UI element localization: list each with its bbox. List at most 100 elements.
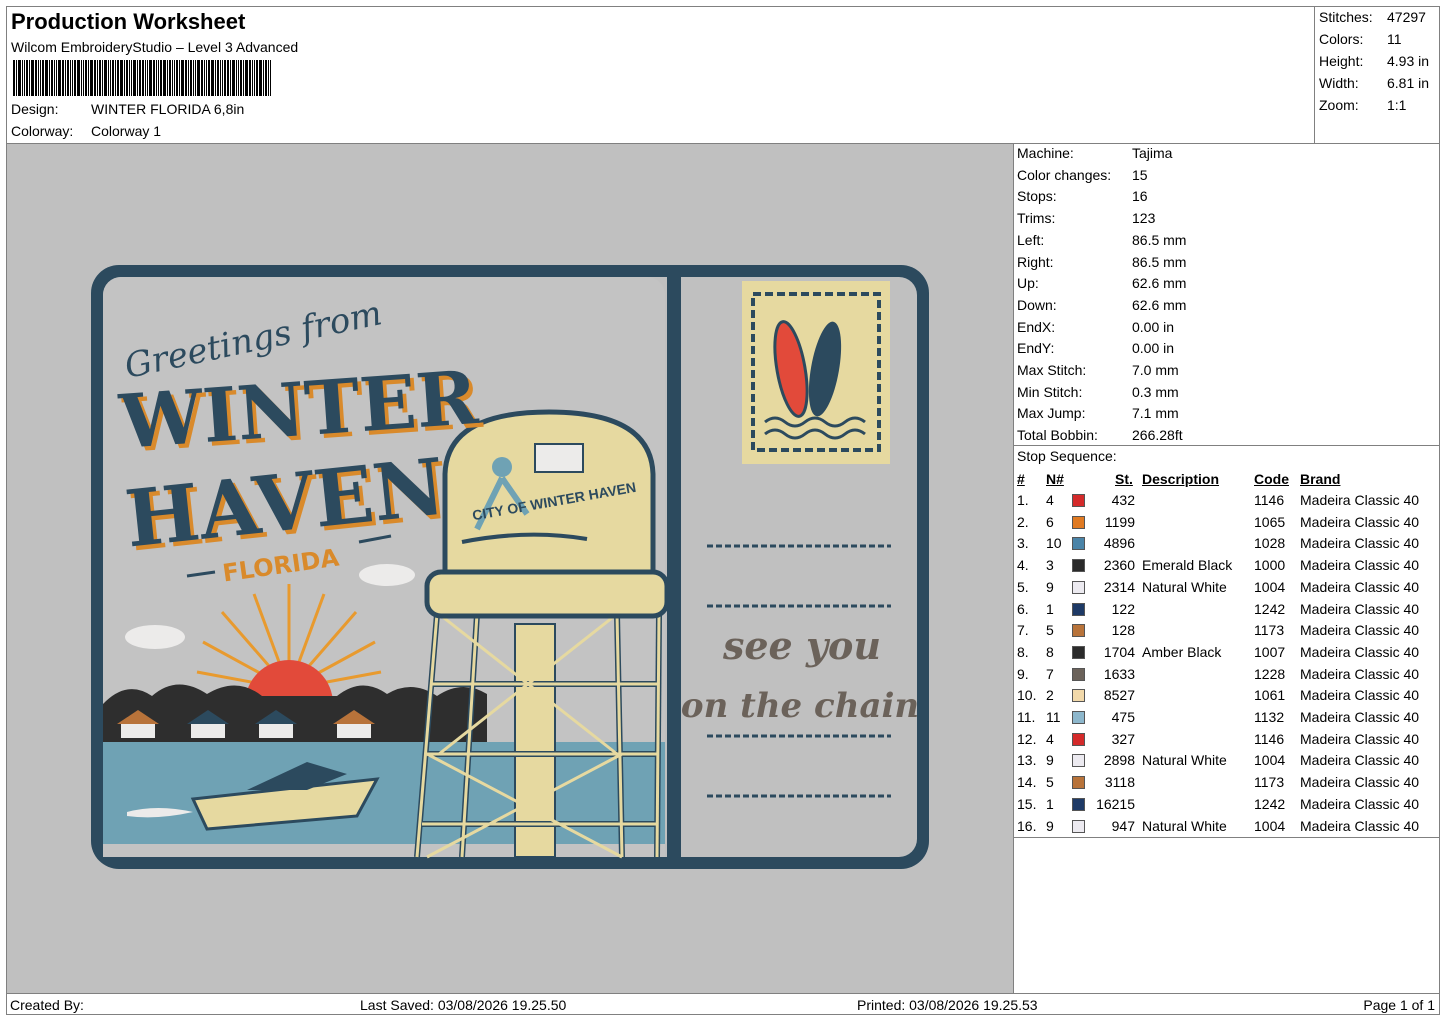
machine-info-row: Right: 86.5 mm <box>1017 254 1186 270</box>
machine-info-value: 266.28ft <box>1132 427 1183 444</box>
barcode-bar <box>74 60 76 96</box>
stat-value: 4.93 in <box>1387 53 1430 69</box>
barcode-bar <box>13 60 15 96</box>
machine-info-panel: Machine: Tajima Color changes: 15 Stops: 16 Tr… <box>1013 143 1440 446</box>
barcode-bar <box>90 60 93 96</box>
machine-info-row: Stops: 16 <box>1017 188 1148 204</box>
stop-needle: 4 <box>1046 730 1054 747</box>
stop-sequence-title: Stop Sequence: <box>1017 448 1117 464</box>
stop-stitches: 1704 <box>1103 643 1135 660</box>
stop-code: 1228 <box>1254 665 1286 682</box>
stop-number: 5. <box>1017 578 1029 595</box>
machine-info-label: Color changes: <box>1017 166 1112 183</box>
machine-info-label: Trims: <box>1017 210 1056 227</box>
barcode-bar <box>145 60 146 96</box>
barcode-bar <box>88 60 89 96</box>
stop-stitches: 327 <box>1111 730 1135 747</box>
stop-needle: 10 <box>1046 535 1062 552</box>
stop-brand: Madeira Classic 40 <box>1300 492 1420 508</box>
machine-info-label: Max Stitch: <box>1017 362 1087 378</box>
barcode-bar <box>163 60 166 96</box>
machine-info-row: Color changes: 15 <box>1017 167 1148 183</box>
stat-stitches: Stitches: 47297 <box>1319 9 1426 25</box>
machine-info-label: Up: <box>1017 275 1039 292</box>
machine-info-value: Tajima <box>1132 145 1173 161</box>
machine-info-label: EndX: <box>1017 318 1056 335</box>
stat-label: Width: <box>1319 75 1359 91</box>
stop-number: 4. <box>1017 557 1029 574</box>
barcode-bar <box>227 60 229 96</box>
barcode-bar <box>224 60 226 96</box>
stop-number: 14. <box>1017 774 1037 791</box>
barcode-bar <box>104 60 107 96</box>
stop-code: 1065 <box>1254 513 1286 530</box>
col-header-description: Description <box>1142 471 1220 487</box>
barcode-bar <box>51 60 53 96</box>
stop-needle: 2 <box>1046 687 1054 704</box>
barcode-bar <box>56 60 57 96</box>
stop-code: 1132 <box>1254 709 1285 725</box>
stop-code: 1028 <box>1254 535 1286 552</box>
barcode-bar <box>240 60 242 96</box>
barcode-bar <box>172 60 173 96</box>
stop-stitches: 4896 <box>1103 535 1135 552</box>
barcode-bar <box>204 60 205 96</box>
barcode-bar <box>131 60 132 96</box>
design-label: Design: <box>11 101 59 117</box>
stop-number: 15. <box>1017 795 1037 812</box>
barcode-bar <box>77 60 80 96</box>
col-header-code: Code <box>1254 471 1289 487</box>
barcode-bar <box>94 60 96 96</box>
stop-number: 11. <box>1017 709 1036 725</box>
barcode-bar <box>238 60 239 96</box>
design-row: Design: WINTER FLORIDA 6,8in <box>11 101 244 117</box>
barcode-bar <box>40 60 41 96</box>
machine-info-row: Machine: Tajima <box>1017 145 1172 161</box>
machine-info-row: Up: 62.6 mm <box>1017 275 1186 291</box>
barcode-bar <box>193 60 194 96</box>
barcode-bar <box>83 60 84 96</box>
barcode-bar <box>16 60 17 96</box>
machine-info-value: 7.0 mm <box>1132 362 1179 378</box>
stop-brand: Madeira Classic 40 <box>1300 578 1420 595</box>
machine-info-row: Trims: 123 <box>1017 210 1155 226</box>
barcode-bar <box>120 60 123 96</box>
barcode-bar <box>126 60 128 96</box>
barcode-bar <box>26 60 28 96</box>
barcode-bar <box>62 60 64 96</box>
barcode-bar <box>22 60 23 96</box>
stop-number: 6. <box>1017 600 1029 617</box>
stat-label: Colors: <box>1319 31 1364 47</box>
barcode-bar <box>179 60 180 96</box>
stop-description: Amber Black <box>1142 643 1222 660</box>
embroidery-design: CITY OF WINTER HAVEN Greetings from WINT… <box>91 265 929 869</box>
barcode-bar <box>201 60 203 96</box>
stop-code: 1061 <box>1254 687 1286 704</box>
barcode-bar <box>230 60 231 96</box>
stat-label: Stitches: <box>1319 9 1373 25</box>
barcode-bar <box>102 60 103 96</box>
stat-width: Width: 6.81 in <box>1319 75 1429 91</box>
stop-stitches: 3118 <box>1104 774 1135 791</box>
design-preview[interactable]: CITY OF WINTER HAVEN Greetings from WINT… <box>6 143 1014 994</box>
barcode <box>13 60 383 96</box>
barcode-bar <box>149 60 152 96</box>
barcode-bar <box>217 60 219 96</box>
machine-info-row: Min Stitch: 0.3 mm <box>1017 384 1179 400</box>
stop-brand: Madeira Classic 40 <box>1300 535 1420 552</box>
machine-info-value: 15 <box>1132 166 1148 183</box>
stop-number: 13. <box>1017 752 1037 769</box>
barcode-bar <box>160 60 162 96</box>
stop-code: 1173 <box>1254 774 1285 791</box>
barcode-bar <box>158 60 159 96</box>
stat-label: Height: <box>1319 53 1364 69</box>
machine-info-label: Total Bobbin: <box>1017 427 1098 444</box>
stop-needle: 3 <box>1046 557 1054 574</box>
stop-needle: 9 <box>1046 752 1054 769</box>
stop-stitches: 2898 <box>1103 752 1135 769</box>
col-header-brand: Brand <box>1300 471 1341 487</box>
message-line-1: see you <box>722 623 881 668</box>
barcode-bar <box>268 60 269 96</box>
stop-stitches: 16215 <box>1096 795 1135 812</box>
stop-description: Natural White <box>1142 752 1227 769</box>
